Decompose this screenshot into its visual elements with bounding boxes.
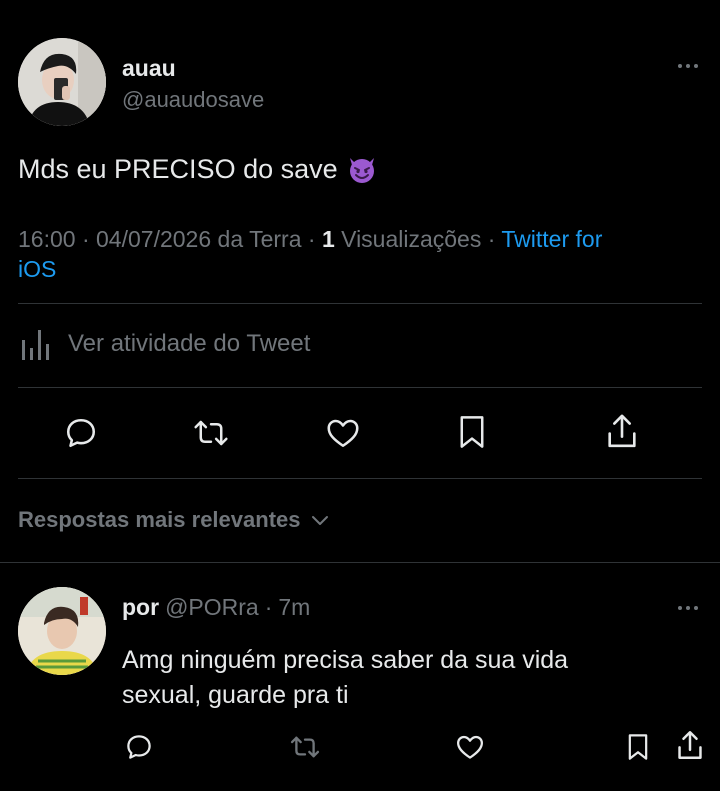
divider (18, 478, 702, 479)
meta-separator: · (264, 594, 273, 620)
more-options-icon[interactable] (678, 64, 698, 68)
meta-separator: · (81, 226, 90, 252)
analytics-icon (18, 326, 54, 362)
reply-retweet-icon[interactable] (289, 732, 321, 762)
reply-text-line2: sexual, guarde pra ti (122, 681, 349, 709)
replies-sort-label: Respostas mais relevantes (18, 507, 301, 532)
divider (0, 562, 720, 563)
share-icon[interactable] (603, 412, 641, 452)
source-link[interactable]: Twitter for (501, 226, 602, 252)
author-handle[interactable]: @auaudosave (122, 87, 264, 113)
reply-text-line1: Amg ninguém precisa saber da sua vida (122, 646, 569, 674)
like-icon[interactable] (324, 415, 362, 451)
reply-icon[interactable] (63, 415, 99, 451)
chevron-down-icon (309, 509, 331, 531)
smiling-devil-emoji (346, 153, 378, 185)
tweet-location: da Terra (217, 226, 302, 252)
meta-separator: · (307, 226, 316, 252)
author-name[interactable]: auau (122, 55, 176, 82)
reply-header: por @PORra · 7m (122, 594, 310, 621)
tweet-text-body: Mds eu PRECISO do save (18, 153, 338, 184)
divider (18, 387, 702, 388)
tweet-date: 04/07/2026 (96, 226, 212, 252)
activity-label: Ver atividade do Tweet (68, 330, 311, 357)
views-label: Visualizações (341, 226, 482, 252)
retweet-icon[interactable] (192, 415, 230, 451)
reply-share-icon[interactable] (674, 729, 706, 763)
reply-author-avatar[interactable] (18, 587, 106, 675)
reply-author-name[interactable]: por (122, 594, 159, 621)
reply-author-handle[interactable]: @PORra (165, 594, 259, 621)
meta-separator: · (487, 226, 496, 252)
divider (18, 303, 702, 304)
reply-bookmark-icon[interactable] (624, 731, 652, 763)
tweet-meta: 16:00 · 04/07/2026 da Terra · 1 Visualiz… (18, 224, 698, 284)
replies-sort-dropdown[interactable]: Respostas mais relevantes (18, 507, 331, 533)
tweet-activity-link[interactable]: Ver atividade do Tweet (18, 326, 310, 362)
source-link-continued[interactable]: iOS (18, 256, 56, 282)
tweet-text: Mds eu PRECISO do save (18, 153, 378, 185)
reply-like-icon[interactable] (455, 732, 485, 762)
author-avatar[interactable] (18, 38, 106, 126)
reply-text: Amg ninguém precisa saber da sua vida se… (122, 643, 568, 713)
tweet-time: 16:00 (18, 226, 76, 252)
reply-time: 7m (278, 594, 311, 620)
views-count: 1 (321, 226, 335, 252)
reply-reply-icon[interactable] (124, 732, 154, 762)
bookmark-icon[interactable] (454, 413, 490, 451)
reply-more-options-icon[interactable] (678, 606, 698, 610)
